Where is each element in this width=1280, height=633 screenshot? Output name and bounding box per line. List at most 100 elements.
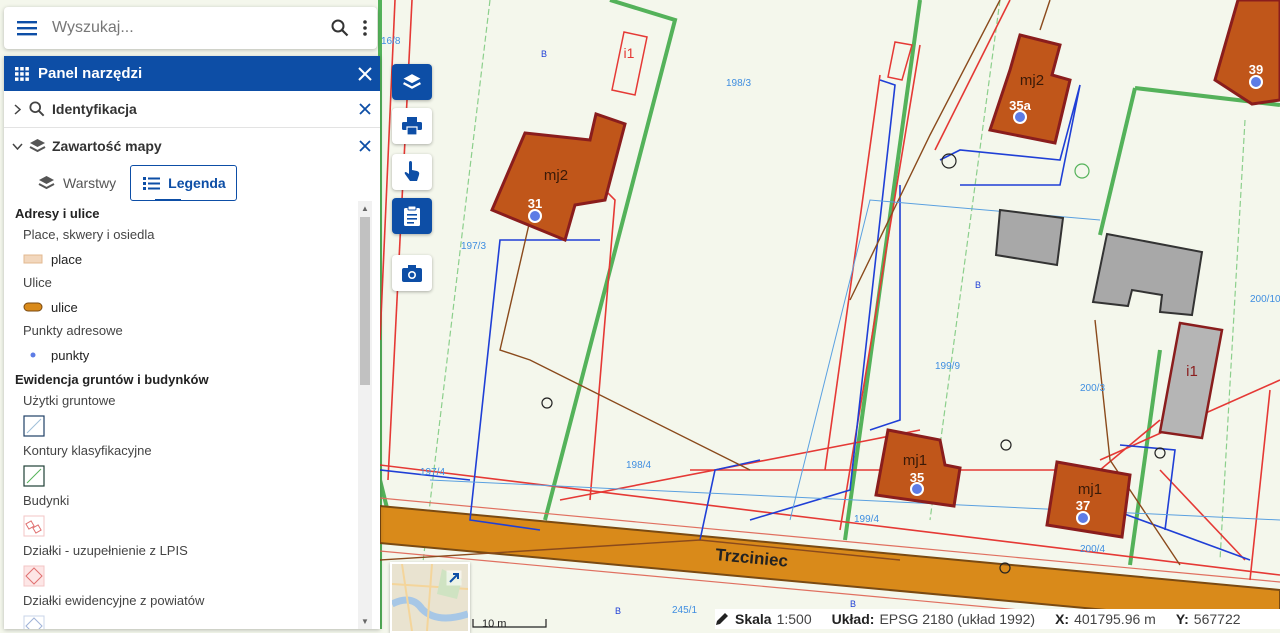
place-swatch-icon bbox=[23, 254, 45, 264]
svg-text:i1: i1 bbox=[624, 45, 635, 61]
pencil-icon bbox=[716, 613, 728, 625]
section-identyfikacja[interactable]: Identyfikacja bbox=[4, 91, 380, 128]
legend-item: punkty bbox=[23, 343, 356, 367]
legend-layer-name: Budynki bbox=[23, 493, 70, 508]
legend-item-label: place bbox=[51, 251, 83, 267]
section-zawartosc-mapy[interactable]: Zawartość mapy bbox=[4, 128, 380, 164]
crs-value: EPSG 2180 (układ 1992) bbox=[879, 611, 1036, 627]
legend-layer-name: Użytki gruntowe bbox=[23, 393, 116, 408]
svg-text:200/3: 200/3 bbox=[1080, 383, 1105, 394]
overview-minimap[interactable] bbox=[390, 562, 470, 633]
legend-layer-name: Działki - uzupełnienie z LPIS bbox=[23, 543, 188, 558]
crs-label: Układ: bbox=[831, 611, 875, 627]
layers-icon bbox=[38, 176, 55, 190]
layers-icon bbox=[26, 138, 48, 154]
y-coordinate-readout: Y: 567722 bbox=[1176, 611, 1241, 627]
clipboard-button[interactable] bbox=[392, 198, 432, 234]
legend-scrollbar[interactable]: ▲ ▼ bbox=[358, 201, 372, 629]
tab-label: Legenda bbox=[168, 175, 226, 191]
search-icon[interactable] bbox=[327, 7, 353, 49]
svg-text:mj2: mj2 bbox=[1020, 72, 1044, 89]
content-tabs: Warstwy Legenda bbox=[4, 164, 380, 202]
scroll-up-icon[interactable]: ▲ bbox=[358, 204, 372, 213]
crs-readout[interactable]: Układ: EPSG 2180 (układ 1992) bbox=[832, 611, 1035, 627]
svg-text:mj1: mj1 bbox=[1078, 481, 1102, 498]
svg-text:198/3: 198/3 bbox=[726, 78, 751, 89]
clipboard-icon bbox=[404, 206, 420, 226]
status-bar: Skala 1:500 Układ: EPSG 2180 (układ 1992… bbox=[715, 609, 1280, 629]
chevron-down-icon bbox=[8, 142, 26, 150]
x-label: X: bbox=[1055, 611, 1070, 627]
tab-label: Warstwy bbox=[63, 175, 117, 191]
camera-icon bbox=[402, 264, 422, 282]
close-icon[interactable] bbox=[350, 66, 380, 81]
svg-text:B: B bbox=[615, 606, 621, 616]
svg-text:197/3: 197/3 bbox=[461, 241, 486, 252]
expand-icon[interactable] bbox=[446, 570, 462, 591]
print-icon bbox=[402, 117, 422, 135]
list-icon bbox=[143, 176, 161, 190]
legend-item: ulice bbox=[23, 295, 356, 319]
svg-text:199/4: 199/4 bbox=[854, 514, 879, 525]
classification-swatch-icon bbox=[23, 463, 356, 489]
legend-item-label: punkty bbox=[51, 347, 90, 363]
section-label: Identyfikacja bbox=[52, 101, 137, 117]
svg-text:31: 31 bbox=[528, 196, 542, 211]
more-vertical-icon[interactable] bbox=[353, 7, 377, 49]
scale-readout[interactable]: Skala 1:500 bbox=[715, 611, 812, 627]
pointer-hand-icon bbox=[404, 161, 420, 181]
legend-list: Adresy i ulice Place, skwery i osiedla p… bbox=[4, 201, 356, 629]
svg-text:B: B bbox=[541, 49, 547, 59]
svg-text:mj2: mj2 bbox=[544, 167, 568, 184]
svg-text:37: 37 bbox=[1076, 498, 1090, 513]
panel-title: Panel narzędzi bbox=[38, 65, 143, 82]
lpis-parcel-swatch-icon bbox=[23, 563, 356, 589]
tab-warstwy[interactable]: Warstwy bbox=[30, 166, 124, 200]
close-icon[interactable] bbox=[350, 103, 380, 115]
svg-text:i1: i1 bbox=[1186, 363, 1198, 380]
svg-text:mj1: mj1 bbox=[903, 452, 927, 469]
layers-button[interactable] bbox=[392, 64, 432, 100]
svg-text:197/4: 197/4 bbox=[420, 467, 445, 478]
scroll-down-icon[interactable]: ▼ bbox=[358, 617, 372, 626]
land-use-swatch-icon bbox=[23, 413, 356, 439]
parcel-swatch-icon bbox=[23, 613, 356, 629]
svg-text:B: B bbox=[975, 280, 981, 290]
close-icon[interactable] bbox=[350, 140, 380, 152]
legend-layer-name: Place, skwery i osiedla bbox=[23, 227, 155, 242]
legend-item-label: ulice bbox=[51, 299, 78, 315]
search-icon bbox=[26, 101, 48, 117]
building-swatch-icon bbox=[23, 513, 356, 539]
section-label: Zawartość mapy bbox=[52, 138, 162, 154]
panel-header: Panel narzędzi bbox=[4, 56, 380, 91]
svg-text:245/1: 245/1 bbox=[672, 605, 697, 616]
svg-text:16/8: 16/8 bbox=[381, 36, 401, 47]
legend-layer-name: Działki ewidencyjne z powiatów bbox=[23, 593, 205, 608]
legend-layer-name: Ulice bbox=[23, 275, 52, 290]
identify-button[interactable] bbox=[392, 154, 432, 190]
camera-button[interactable] bbox=[392, 255, 432, 291]
scale-value: 1:500 bbox=[776, 611, 812, 627]
search-bar bbox=[4, 7, 377, 49]
legend-item: place bbox=[23, 247, 356, 271]
svg-text:199/9: 199/9 bbox=[935, 361, 960, 372]
legend-layer-name: Kontury klasyfikacyjne bbox=[23, 443, 152, 458]
scrollbar-thumb[interactable] bbox=[360, 217, 370, 385]
x-coordinate-readout: X: 401795.96 m bbox=[1055, 611, 1156, 627]
grid-icon bbox=[8, 66, 36, 81]
print-button[interactable] bbox=[392, 108, 432, 144]
x-value: 401795.96 m bbox=[1074, 611, 1156, 627]
tools-panel: Panel narzędzi Identyfikacja Zawartość m… bbox=[4, 56, 380, 629]
svg-text:39: 39 bbox=[1249, 62, 1263, 77]
layers-icon bbox=[403, 74, 421, 89]
building-37[interactable]: mj1 37 bbox=[1045, 460, 1132, 539]
search-input[interactable] bbox=[50, 12, 327, 44]
street-swatch-icon bbox=[23, 302, 45, 312]
menu-icon[interactable] bbox=[4, 7, 50, 49]
scale-bar-label: 10 m bbox=[482, 618, 507, 630]
scale-bar: 10 m bbox=[472, 617, 548, 632]
y-value: 567722 bbox=[1193, 611, 1241, 627]
svg-text:200/4: 200/4 bbox=[1080, 544, 1105, 555]
tab-legenda[interactable]: Legenda bbox=[130, 165, 237, 201]
scale-label: Skala bbox=[735, 611, 772, 627]
